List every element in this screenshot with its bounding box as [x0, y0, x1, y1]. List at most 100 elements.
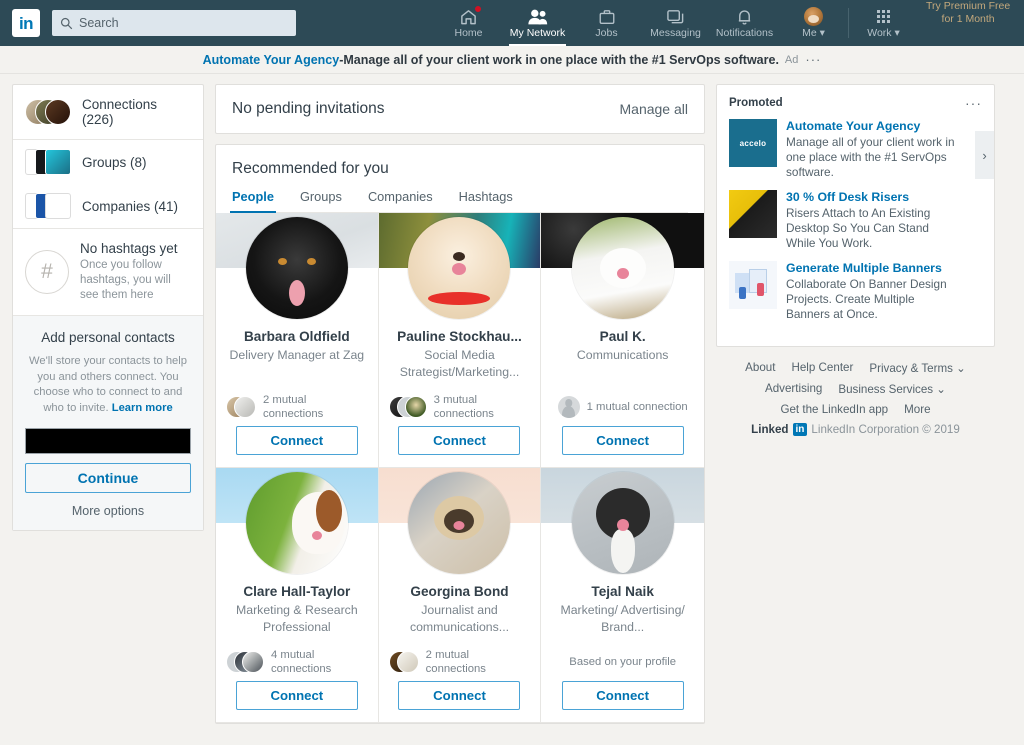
- connections-section: Connections (226): [13, 85, 203, 140]
- person-card[interactable]: Georgina Bond Journalist and communicati…: [378, 468, 542, 723]
- promoted-menu-icon[interactable]: ···: [965, 95, 982, 111]
- person-card[interactable]: Tejal Naik Marketing/ Advertising/ Brand…: [541, 468, 704, 723]
- promoted-description: Risers Attach to An Existing Desktop So …: [786, 206, 931, 250]
- person-avatar: [407, 471, 512, 575]
- main-column: No pending invitations Manage all Recomm…: [215, 84, 705, 724]
- connect-button[interactable]: Connect: [561, 426, 684, 455]
- learn-more-link[interactable]: Learn more: [112, 402, 173, 414]
- right-sidebar: Promoted ··· accelo Automate Your Agency…: [716, 84, 995, 436]
- nav-item-me[interactable]: Me ▾: [779, 0, 848, 46]
- nav-item-notifications[interactable]: Notifications: [710, 0, 779, 46]
- mutual-avatar-stack: [226, 396, 256, 418]
- mutual-connections-text: 1 mutual connection: [586, 401, 688, 413]
- promoted-description: Collaborate On Banner Design Projects. C…: [786, 277, 947, 321]
- promoted-title[interactable]: 30 % Off Desk Risers: [786, 190, 956, 205]
- sidebar-item-companies[interactable]: Companies (41): [13, 184, 203, 228]
- ghost-avatar-icon: [557, 396, 580, 418]
- footer-link-about[interactable]: About: [745, 361, 775, 375]
- connect-button[interactable]: Connect: [235, 681, 358, 710]
- nav-item-messaging-label: Messaging: [650, 27, 701, 39]
- grid-icon: [877, 7, 890, 26]
- ad-banner-link[interactable]: Automate Your Agency: [203, 53, 340, 67]
- footer-link-help-center[interactable]: Help Center: [791, 361, 853, 375]
- promoted-item[interactable]: Generate Multiple Banners Collaborate On…: [729, 261, 982, 322]
- footer-link-business-services[interactable]: Business Services ⌄: [838, 382, 946, 396]
- connect-button[interactable]: Connect: [398, 426, 521, 455]
- pending-invitations-card: No pending invitations Manage all: [215, 84, 705, 134]
- nav-item-my-network[interactable]: My Network: [503, 0, 572, 46]
- mutual-avatar-stack: [226, 651, 264, 673]
- promoted-text: 30 % Off Desk Risers Risers Attach to An…: [786, 190, 982, 251]
- person-name: Georgina Bond: [410, 584, 509, 599]
- footer-copyright-text: LinkedIn Corporation © 2019: [811, 423, 960, 436]
- footer-link-more[interactable]: More: [904, 403, 930, 416]
- ad-banner-text: Manage all of your client work in one pl…: [343, 52, 779, 67]
- footer-link-get-app[interactable]: Get the LinkedIn app: [780, 403, 888, 416]
- person-card[interactable]: Pauline Stockhau... Social Media Strateg…: [378, 213, 542, 468]
- companies-thumb-stack: [25, 193, 71, 219]
- recommendation-reason: Based on your profile: [569, 656, 677, 668]
- person-card[interactable]: Clare Hall-Taylor Marketing & Research P…: [216, 468, 379, 723]
- more-options-link[interactable]: More options: [25, 504, 191, 518]
- user-avatar: [804, 7, 823, 26]
- ad-banner-menu-icon[interactable]: ···: [805, 52, 821, 67]
- promoted-text: Automate Your Agency Manage all of your …: [786, 119, 982, 180]
- try-premium-link[interactable]: Try Premium Free for 1 Month: [918, 0, 1018, 46]
- recommended-title: Recommended for you: [232, 160, 389, 177]
- person-headline: Marketing/ Advertising/ Brand...: [560, 603, 685, 634]
- promoted-next-button[interactable]: ›: [975, 131, 994, 179]
- nav-item-notifications-label: Notifications: [715, 27, 774, 39]
- search-input[interactable]: [79, 16, 288, 30]
- promoted-card: Promoted ··· accelo Automate Your Agency…: [716, 84, 995, 347]
- search-icon: [60, 17, 73, 29]
- promoted-thumbnail-label: accelo: [739, 138, 767, 148]
- mutual-connections: 3 mutual connections: [379, 392, 541, 422]
- email-field[interactable]: [25, 428, 191, 454]
- manage-all-link[interactable]: Manage all: [620, 101, 689, 117]
- nav-item-jobs[interactable]: Jobs: [572, 0, 641, 46]
- person-headline: Social Media Strategist/Marketing...: [399, 348, 520, 379]
- continue-button[interactable]: Continue: [25, 463, 191, 493]
- person-card[interactable]: Paul K. Communications 1 mutual connecti…: [541, 213, 704, 468]
- sidebar-item-connections[interactable]: Connections (226): [13, 85, 203, 139]
- sidebar-item-groups[interactable]: Groups (8): [13, 140, 203, 184]
- tab-groups[interactable]: Groups: [300, 189, 342, 212]
- footer-link-advertising[interactable]: Advertising: [765, 382, 822, 396]
- tab-people[interactable]: People: [230, 189, 276, 213]
- search-box[interactable]: [52, 10, 296, 36]
- promoted-item[interactable]: 30 % Off Desk Risers Risers Attach to An…: [729, 190, 982, 251]
- mutual-connections: 2 mutual connections: [216, 392, 378, 422]
- linkedin-logo[interactable]: in: [12, 9, 40, 37]
- top-ad-banner: Automate Your Agency - Manage all of you…: [0, 46, 1024, 74]
- recommended-card: Recommended for you People Groups Compan…: [215, 144, 705, 724]
- people-grid: Barbara Oldfield Delivery Manager at Zag…: [216, 213, 704, 723]
- connect-button[interactable]: Connect: [398, 681, 521, 710]
- promoted-thumbnail: [729, 190, 777, 238]
- page-body: Connections (226) Groups (8) Companies (…: [0, 74, 1024, 724]
- mutual-avatar-stack: [557, 396, 580, 418]
- person-name: Barbara Oldfield: [243, 329, 350, 344]
- footer-link-privacy-terms[interactable]: Privacy & Terms ⌄: [869, 361, 965, 375]
- connect-button[interactable]: Connect: [235, 426, 358, 455]
- promoted-title[interactable]: Automate Your Agency: [786, 119, 956, 134]
- person-card[interactable]: Barbara Oldfield Delivery Manager at Zag…: [216, 213, 379, 468]
- nav-item-work[interactable]: Work ▾: [849, 0, 918, 46]
- add-contacts-title: Add personal contacts: [41, 330, 175, 345]
- connect-button[interactable]: Connect: [561, 681, 684, 710]
- tab-hashtags[interactable]: Hashtags: [459, 189, 513, 212]
- promoted-item[interactable]: accelo Automate Your Agency Manage all o…: [729, 119, 982, 180]
- hashtags-subtitle: Once you follow hashtags, you will see t…: [80, 259, 171, 301]
- person-headline: Communications: [576, 348, 669, 362]
- tab-companies[interactable]: Companies: [368, 189, 433, 212]
- left-sidebar: Connections (226) Groups (8) Companies (…: [12, 84, 204, 531]
- companies-label: Companies (41): [82, 198, 179, 214]
- footer-row-3: Get the LinkedIn app More: [728, 403, 983, 416]
- sidebar-item-hashtags[interactable]: # No hashtags yet Once you follow hashta…: [13, 229, 203, 315]
- nav-item-messaging[interactable]: Messaging: [641, 0, 710, 46]
- nav-item-home[interactable]: Home: [434, 0, 503, 46]
- person-name: Paul K.: [599, 329, 646, 344]
- mutual-avatar-stack: [388, 651, 419, 673]
- recommended-header: Recommended for you People Groups Compan…: [216, 145, 704, 213]
- nav-item-jobs-label: Jobs: [595, 27, 618, 39]
- promoted-title[interactable]: Generate Multiple Banners: [786, 261, 956, 276]
